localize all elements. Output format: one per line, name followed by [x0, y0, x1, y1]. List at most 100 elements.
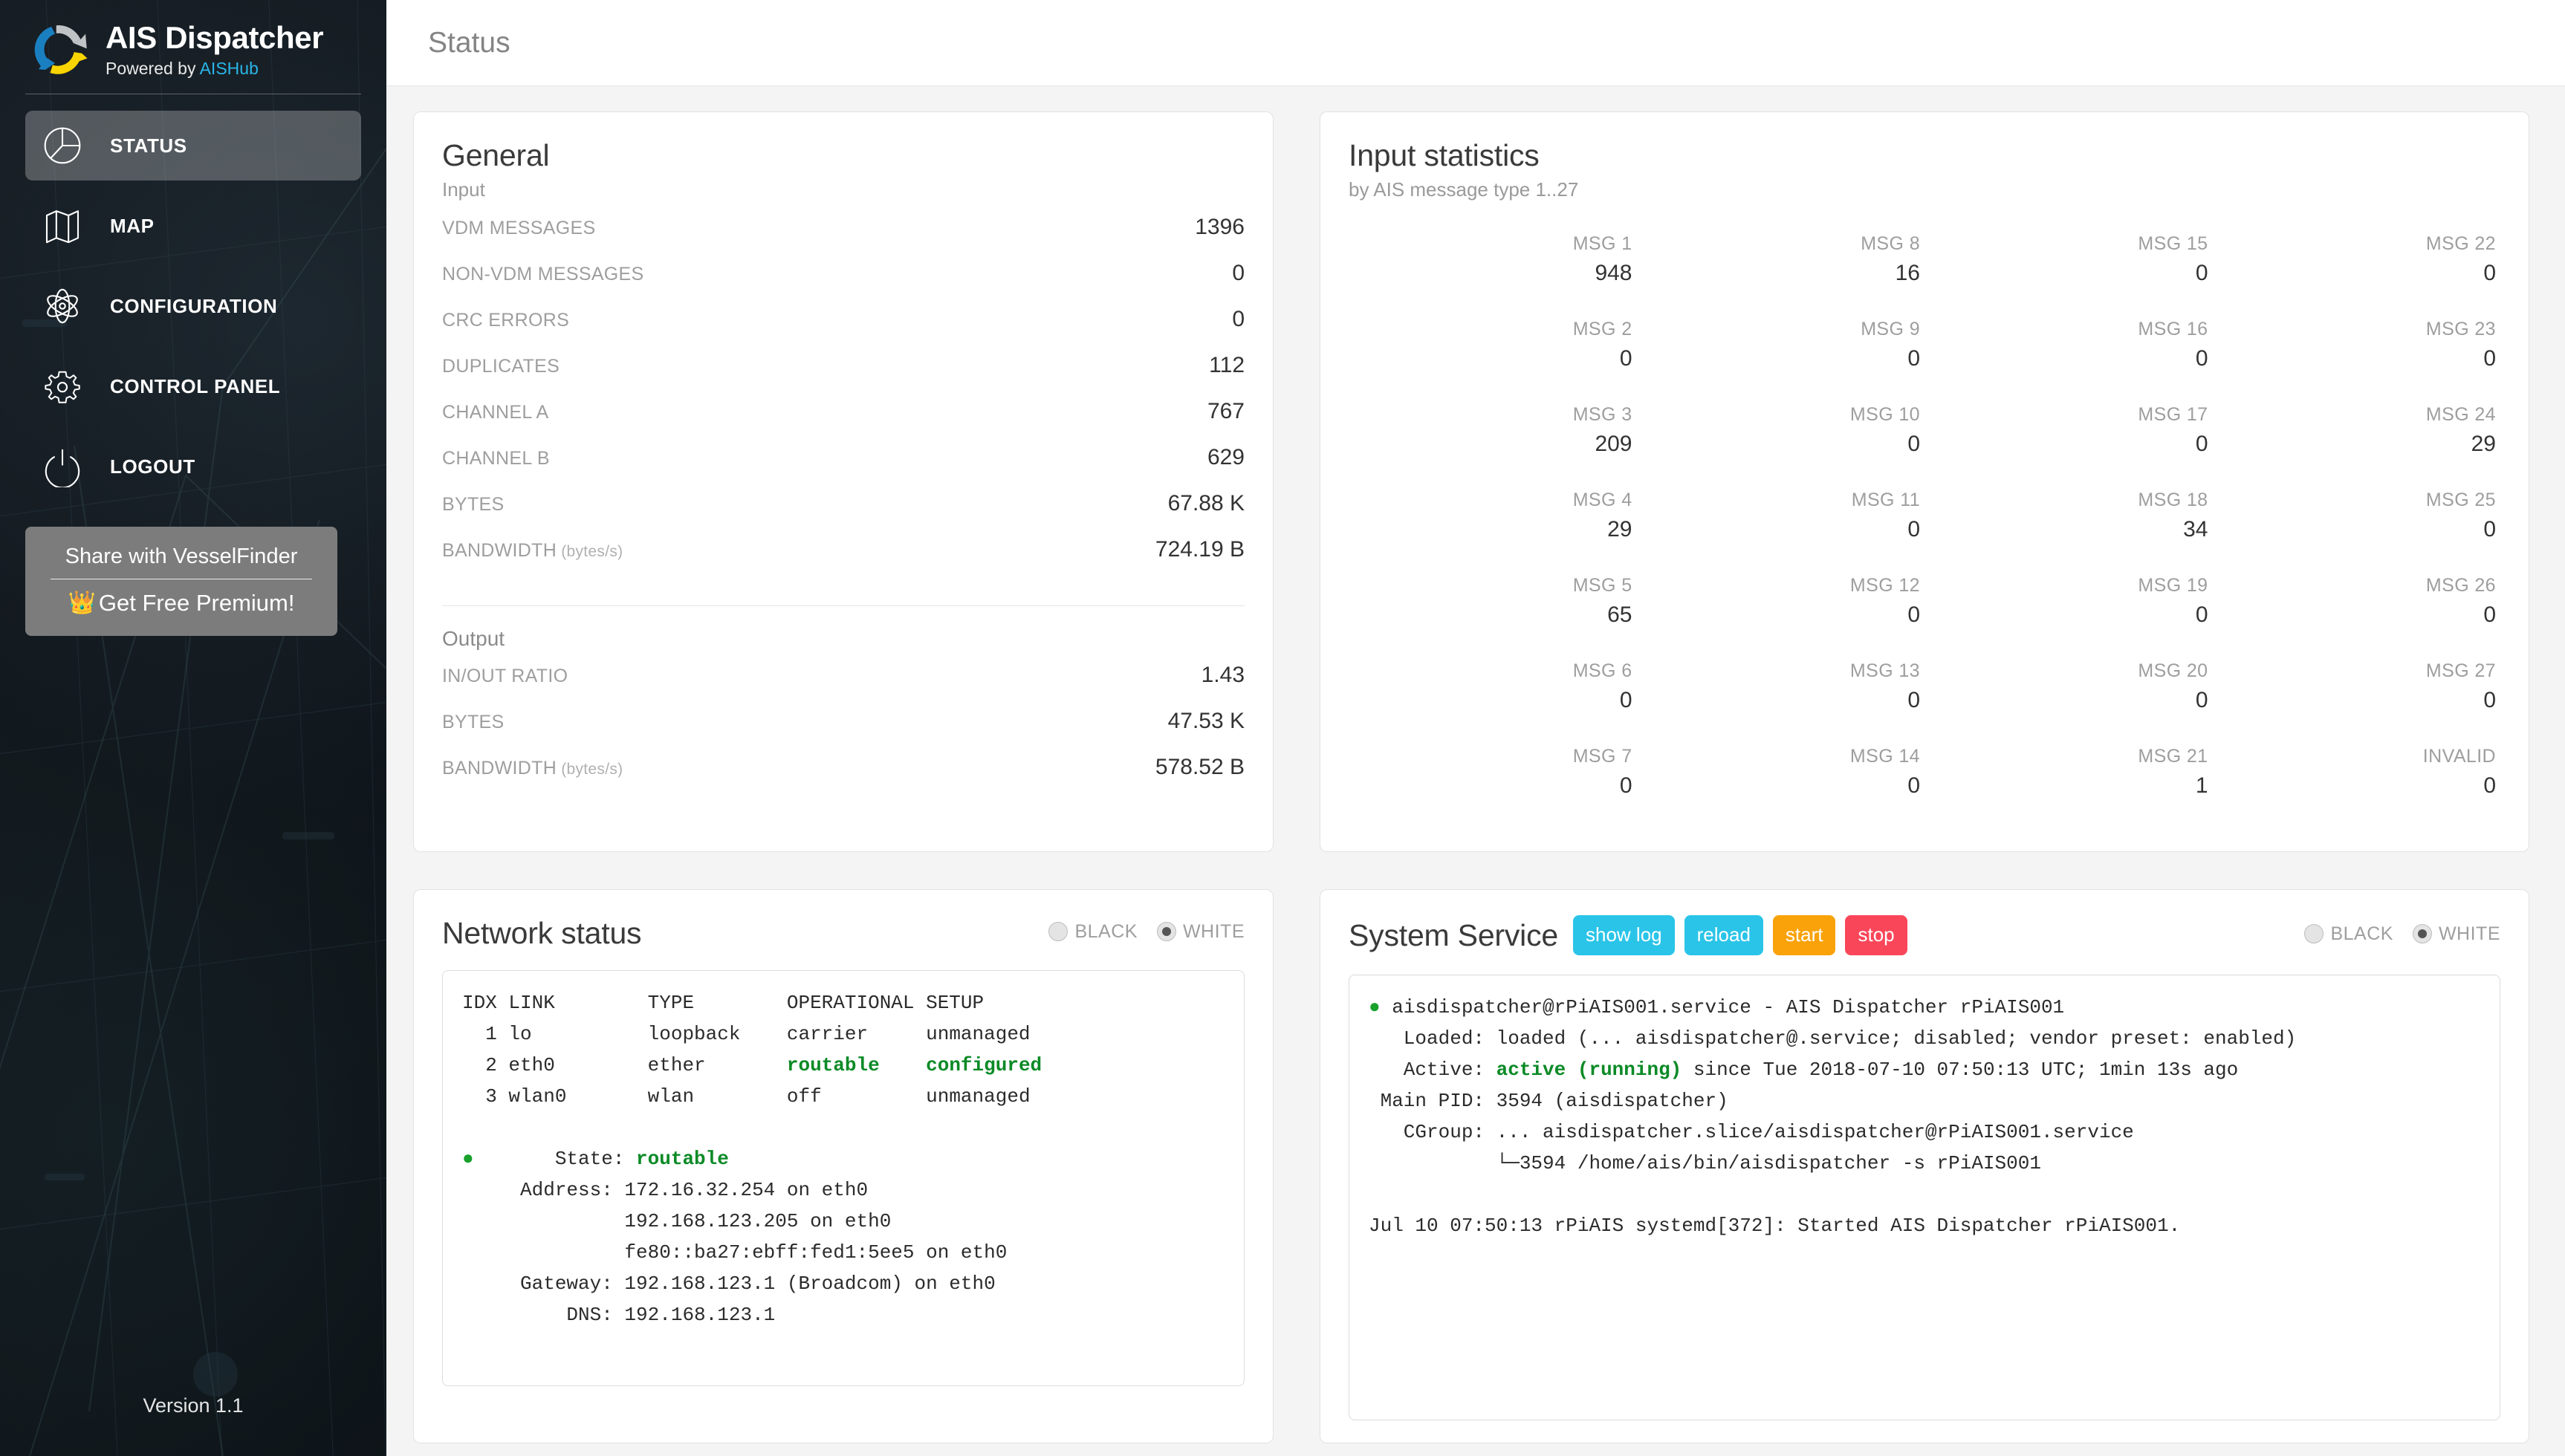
message-type-cell: MSG 7 0 [1349, 744, 1637, 829]
stat-row: DUPLICATES 112 [442, 353, 1245, 399]
stat-value: 629 [1207, 445, 1245, 469]
message-type-label: MSG 17 [2138, 404, 2208, 425]
main-content: Status General Input VDM MESSAGES 1396 NON… [386, 0, 2565, 1456]
sidebar-item-label: CONTROL PANEL [110, 374, 281, 397]
message-type-value: 0 [2195, 688, 2208, 712]
network-detail-line: Address: 172.16.32.254 on eth0 [520, 1179, 869, 1201]
aishub-link[interactable]: AISHub [200, 59, 259, 78]
message-type-label: MSG 8 [1861, 233, 1920, 254]
network-row-prefix: 1 lo loopback [462, 1023, 787, 1045]
message-type-cell: MSG 5 65 [1349, 573, 1637, 658]
sidebar-item-label: CONFIGURATION [110, 294, 278, 317]
message-type-cell: MSG 3 209 [1349, 402, 1637, 487]
network-status-card: Network status BLACK WHITE IDX LINK TYPE [413, 889, 1274, 1443]
stat-value: 724.19 B [1155, 537, 1245, 562]
network-row-operational: routable [786, 1054, 880, 1076]
system-service-card: System Service show log reload start stop B… [1320, 889, 2529, 1443]
service-loaded-line: Loaded: loaded (... aisdispatcher@.servi… [1403, 1027, 2297, 1050]
promo-cta-label: Get Free Premium! [98, 590, 295, 616]
gear-icon [45, 371, 80, 403]
message-type-value: 0 [1907, 346, 1920, 371]
vesselfinder-promo-banner[interactable]: Share with VesselFinder 👑 Get Free Premiu… [25, 527, 337, 636]
input-statistics-title: Input statistics [1349, 138, 1540, 172]
stat-value: 1.43 [1201, 663, 1245, 687]
sidebar-item-map[interactable]: MAP [25, 191, 361, 261]
message-type-label: MSG 16 [2138, 319, 2208, 339]
sidebar-item-configuration[interactable]: CONFIGURATION [25, 271, 361, 341]
service-active-value: active (running) [1496, 1059, 1682, 1081]
message-type-label: MSG 25 [2425, 490, 2496, 510]
message-type-label: MSG 3 [1572, 404, 1632, 425]
message-type-value: 1 [2195, 773, 2208, 798]
promo-headline: Share with VesselFinder [65, 545, 298, 568]
network-row-spacer [822, 1085, 926, 1108]
message-type-label: MSG 7 [1572, 746, 1632, 767]
general-card: General Input VDM MESSAGES 1396 NON-VDM ME… [413, 111, 1274, 852]
service-active-suffix: since Tue 2018-07-10 07:50:13 UTC; 1min … [1693, 1059, 2239, 1081]
network-row-operational: off [786, 1085, 822, 1108]
service-status-bullet-icon: ● [1369, 996, 1381, 1018]
service-radio-black[interactable]: BLACK [2304, 923, 2393, 945]
message-type-label: MSG 20 [2138, 660, 2208, 681]
input-statistics-subtitle: by AIS message type 1..27 [1349, 178, 1579, 201]
service-start-button[interactable]: start [1772, 915, 1836, 955]
sidebar: AIS Dispatcher Powered by AISHub STATUS [0, 0, 386, 1456]
stat-label: CHANNEL B [442, 448, 550, 469]
stat-unit: (bytes/s) [557, 543, 623, 560]
message-type-cell: MSG 25 0 [2213, 487, 2501, 573]
message-type-label: MSG 18 [2138, 490, 2208, 510]
message-type-grid: MSG 1 948 MSG 8 16 MSG 15 0 MSG 22 0 MSG 2 0 MSG 9… [1349, 231, 2500, 829]
sidebar-item-control-panel[interactable]: CONTROL PANEL [25, 351, 361, 421]
stat-label: VDM MESSAGES [442, 218, 596, 238]
dashboard-grid: General Input VDM MESSAGES 1396 NON-VDM ME… [386, 86, 2565, 1443]
message-type-value: 0 [2195, 432, 2208, 456]
message-type-value: 0 [1907, 688, 1920, 712]
sidebar-item-status[interactable]: STATUS [25, 111, 361, 181]
service-log-line: Main PID: 3594 (aisdispatcher) [1380, 1090, 1728, 1112]
message-type-value: 0 [2483, 688, 2496, 712]
message-type-cell: MSG 14 0 [1637, 744, 1925, 829]
message-type-cell: MSG 15 0 [1924, 231, 2213, 316]
crown-icon: 👑 [68, 591, 96, 615]
message-type-label: MSG 9 [1861, 319, 1920, 339]
network-table-header: IDX LINK TYPE OPERATIONAL SETUP [462, 992, 985, 1014]
service-radio-black-label: BLACK [2330, 923, 2393, 944]
network-radio-black[interactable]: BLACK [1048, 921, 1137, 943]
sidebar-item-label: MAP [110, 214, 155, 237]
sidebar-item-label: LOGOUT [110, 455, 195, 478]
message-type-cell: MSG 12 0 [1637, 573, 1925, 658]
message-type-value: 29 [2471, 432, 2496, 456]
message-type-label: MSG 1 [1572, 233, 1632, 254]
service-radio-white[interactable]: WHITE [2412, 923, 2500, 945]
general-output-group-label: Output [442, 627, 505, 650]
network-row-prefix: 3 wlan0 wlan [462, 1085, 787, 1108]
service-color-switch: BLACK WHITE [2304, 923, 2500, 948]
service-show-log-button[interactable]: show log [1573, 915, 1675, 955]
version-label: Version 1.1 [143, 1394, 244, 1417]
pie-chart-icon [44, 127, 81, 164]
input-statistics-card: Input statistics by AIS message type 1..… [1320, 111, 2529, 852]
service-radio-white-label: WHITE [2438, 923, 2500, 944]
promo-cta: 👑 Get Free Premium! [25, 588, 337, 618]
sidebar-item-logout[interactable]: LOGOUT [25, 432, 361, 501]
radio-white-icon [1156, 922, 1176, 941]
service-reload-button[interactable]: reload [1684, 915, 1763, 955]
stat-row: VDM MESSAGES 1396 [442, 215, 1245, 261]
message-type-value: 0 [2483, 602, 2496, 627]
stat-value: 0 [1232, 307, 1245, 331]
general-title: General [442, 138, 550, 172]
message-type-cell: MSG 9 0 [1637, 316, 1925, 402]
network-radio-white[interactable]: WHITE [1156, 921, 1245, 943]
network-row-prefix: 2 eth0 ether [462, 1054, 787, 1076]
network-detail-line: fe80::ba27:ebff:fed1:5ee5 on eth0 [624, 1241, 1008, 1264]
message-type-cell: INVALID 0 [2213, 744, 2501, 829]
message-type-value: 0 [1907, 602, 1920, 627]
aishub-cycle-logo-icon [34, 25, 88, 74]
network-row-operational: carrier [786, 1023, 869, 1045]
network-row-spacer [880, 1054, 926, 1076]
radio-black-icon [2304, 924, 2324, 943]
service-stop-button[interactable]: stop [1845, 915, 1907, 955]
stat-label: CRC ERRORS [442, 310, 570, 331]
message-type-value: 0 [1907, 517, 1920, 542]
message-type-value: 0 [1907, 432, 1920, 456]
